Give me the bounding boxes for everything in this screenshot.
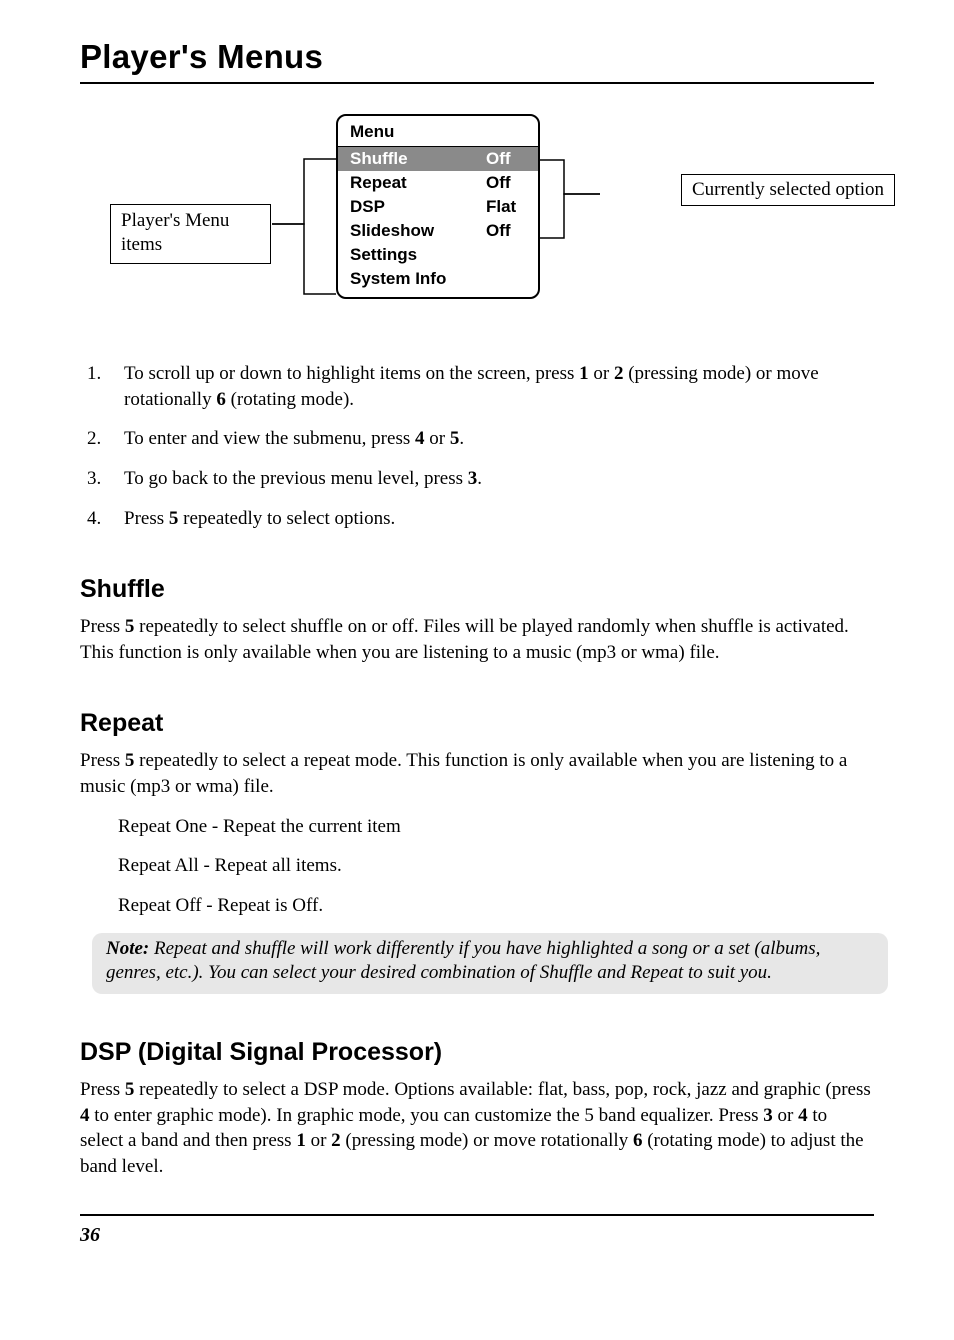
menu-row-label: System Info: [350, 269, 486, 289]
repeat-heading: Repeat: [80, 709, 874, 738]
menu-row-label: Shuffle: [350, 149, 486, 169]
left-callout-box: Player's Menu items: [110, 204, 271, 264]
step-2: To enter and view the submenu, press 4 o…: [106, 426, 874, 452]
menu-row-value: Off: [486, 173, 526, 193]
repeat-options-list: Repeat One - Repeat the current item Rep…: [118, 814, 874, 919]
step-text: To go back to the previous menu level, p…: [124, 468, 468, 489]
menu-rows: Shuffle Off Repeat Off DSP Flat Slidesho…: [338, 147, 538, 291]
dsp-heading: DSP (Digital Signal Processor): [80, 1038, 874, 1067]
key-ref: 2: [331, 1130, 341, 1151]
key-ref: 1: [296, 1130, 306, 1151]
step-text: (rotating mode).: [226, 389, 354, 410]
step-text: .: [459, 428, 464, 449]
text: repeatedly to select a repeat mode. This…: [80, 750, 847, 797]
key-ref: 6: [216, 389, 226, 410]
note-body: Repeat and shuffle will work differently…: [106, 938, 820, 984]
page: Player's Menus Player's Menu items Menu …: [0, 0, 954, 1340]
key-ref: 4: [80, 1105, 90, 1126]
menu-row-slideshow: Slideshow Off: [338, 219, 538, 243]
right-callout-text: Currently selected option: [692, 179, 884, 200]
page-title: Player's Menus: [80, 38, 874, 76]
repeat-paragraph: Press 5 repeatedly to select a repeat mo…: [80, 748, 874, 799]
text: to enter graphic mode). In graphic mode,…: [90, 1105, 764, 1126]
text: Press: [80, 616, 125, 637]
menu-row-value: Off: [486, 221, 526, 241]
text: (pressing mode) or move rotationally: [341, 1130, 633, 1151]
step-1: To scroll up or down to highlight items …: [106, 361, 874, 412]
key-ref: 5: [169, 508, 179, 529]
menu-row-label: Settings: [350, 245, 486, 265]
note-label: Note:: [106, 938, 149, 959]
right-callout-box: Currently selected option: [681, 174, 895, 206]
step-text: or: [424, 428, 449, 449]
footer-rule: [80, 1214, 874, 1216]
menu-row-value: Flat: [486, 197, 526, 217]
key-ref: 1: [579, 363, 589, 384]
step-4: Press 5 repeatedly to select options.: [106, 506, 874, 532]
text: or: [773, 1105, 798, 1126]
menu-box: Menu Shuffle Off Repeat Off DSP Flat Sli…: [336, 114, 540, 299]
step-text: To scroll up or down to highlight items …: [124, 363, 579, 384]
menu-row-settings: Settings: [338, 243, 538, 267]
step-text: To enter and view the submenu, press: [124, 428, 415, 449]
step-text: Press: [124, 508, 169, 529]
menu-row-value: Off: [486, 149, 526, 169]
text: Press: [80, 1079, 125, 1100]
key-ref: 5: [450, 428, 460, 449]
step-text: repeatedly to select options.: [178, 508, 395, 529]
key-ref: 3: [763, 1105, 773, 1126]
step-3: To go back to the previous menu level, p…: [106, 466, 874, 492]
repeat-off-item: Repeat Off - Repeat is Off.: [118, 893, 874, 919]
key-ref: 5: [125, 616, 135, 637]
menu-header: Menu: [338, 116, 538, 147]
step-text: or: [589, 363, 614, 384]
key-ref: 5: [125, 1079, 135, 1100]
text: repeatedly to select shuffle on or off. …: [80, 616, 849, 663]
menu-row-system-info: System Info: [338, 267, 538, 291]
title-rule: [80, 82, 874, 84]
text: or: [306, 1130, 331, 1151]
menu-row-dsp: DSP Flat: [338, 195, 538, 219]
key-ref: 5: [125, 750, 135, 771]
menu-row-label: Slideshow: [350, 221, 486, 241]
page-number: 36: [80, 1224, 874, 1247]
menu-row-repeat: Repeat Off: [338, 171, 538, 195]
menu-row-label: Repeat: [350, 173, 486, 193]
key-ref: 4: [798, 1105, 808, 1126]
step-text: .: [477, 468, 482, 489]
left-callout-text: Player's Menu items: [121, 210, 229, 255]
menu-row-shuffle: Shuffle Off: [338, 147, 538, 171]
dsp-paragraph: Press 5 repeatedly to select a DSP mode.…: [80, 1077, 874, 1180]
key-ref: 3: [468, 468, 478, 489]
shuffle-heading: Shuffle: [80, 575, 874, 604]
text: repeatedly to select a DSP mode. Options…: [134, 1079, 870, 1100]
repeat-all-item: Repeat All - Repeat all items.: [118, 853, 874, 879]
menu-row-label: DSP: [350, 197, 486, 217]
repeat-one-item: Repeat One - Repeat the current item: [118, 814, 874, 840]
shuffle-paragraph: Press 5 repeatedly to select shuffle on …: [80, 614, 874, 665]
text: Press: [80, 750, 125, 771]
note-box: Note: Repeat and shuffle will work diffe…: [92, 933, 888, 994]
menu-diagram: Player's Menu items Menu Shuffle Off Rep…: [80, 114, 880, 329]
steps-list: To scroll up or down to highlight items …: [80, 361, 874, 531]
